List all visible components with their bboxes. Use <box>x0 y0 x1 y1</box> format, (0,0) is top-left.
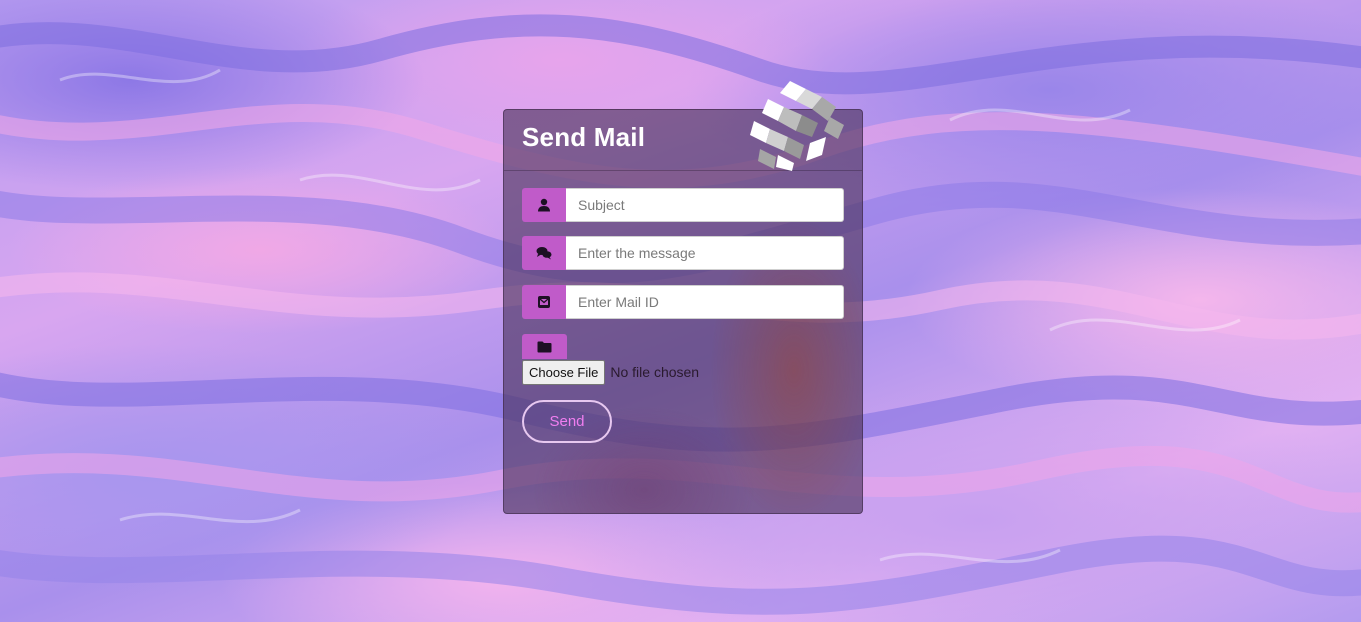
folder-icon <box>537 341 552 352</box>
mail-id-addon <box>522 285 566 319</box>
message-input[interactable] <box>566 236 844 270</box>
mail-id-input[interactable] <box>566 285 844 319</box>
choose-file-button[interactable]: Choose File <box>522 359 606 385</box>
user-icon <box>538 198 550 212</box>
message-addon <box>522 236 566 270</box>
subject-addon <box>522 188 566 222</box>
send-button[interactable]: Send <box>522 400 612 443</box>
comments-icon <box>536 247 552 260</box>
page-title: Send Mail <box>522 122 646 152</box>
card-header: Send Mail <box>504 81 862 171</box>
file-input: Choose File No file chosen <box>522 359 700 385</box>
message-row <box>522 236 844 270</box>
subject-input[interactable] <box>566 188 844 222</box>
send-mail-card: Send Mail Subject Enter the message Ente… <box>503 81 863 514</box>
attachment-addon <box>522 334 567 359</box>
subject-row <box>522 188 844 222</box>
envelope-icon <box>538 296 550 308</box>
mail-id-row <box>522 285 844 319</box>
file-status-text: No file chosen <box>610 364 700 380</box>
cube-logo-icon <box>750 81 844 171</box>
